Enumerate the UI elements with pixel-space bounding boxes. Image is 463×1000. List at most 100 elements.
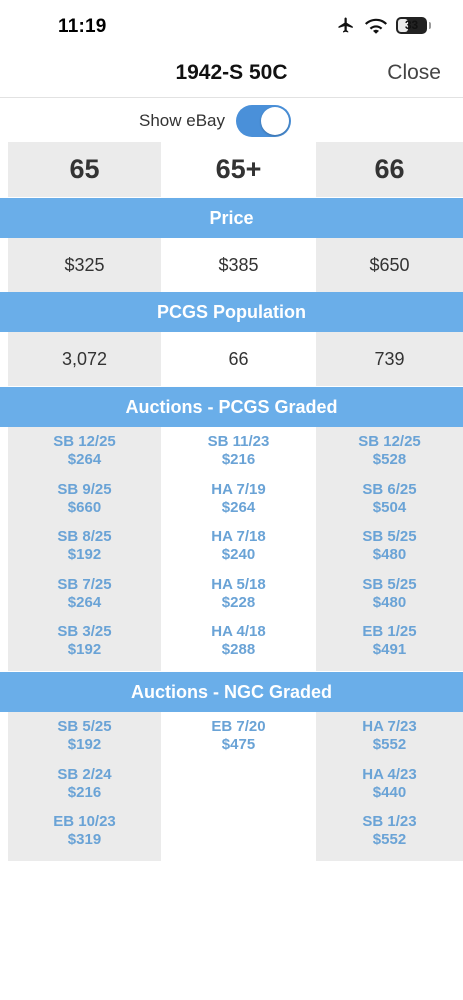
pcgs-auctions-section-header: Auctions - PCGS Graded [0, 387, 463, 427]
population-section-header: PCGS Population [0, 292, 463, 332]
ngc-auctions-section-header: Auctions - NGC Graded [0, 672, 463, 712]
auction-source: HA 4/18 [211, 623, 266, 640]
auction-entry[interactable]: SB 12/25 $528 [358, 433, 421, 481]
auction-price: $264 [67, 451, 102, 468]
auction-price: $216 [67, 783, 102, 801]
auction-entry[interactable]: SB 11/23 $216 [208, 433, 270, 481]
auction-entry[interactable]: SB 5/25 $480 [362, 528, 416, 576]
auction-source: SB 5/25 [362, 575, 417, 593]
auction-entry[interactable]: SB 5/25 $480 [362, 576, 416, 624]
auction-source: SB 7/25 [57, 575, 112, 593]
ngc-auction-column: EB 7/20 $475 [161, 712, 316, 861]
auction-entry[interactable]: SB 6/25 $504 [362, 481, 416, 529]
auction-price: $192 [67, 641, 102, 658]
auction-source: HA 7/18 [211, 528, 266, 545]
auction-source: HA 5/18 [211, 575, 266, 593]
auction-source: HA 7/19 [211, 480, 266, 498]
auction-price: $240 [221, 546, 256, 563]
auction-price: $528 [372, 451, 407, 468]
auction-source: SB 12/25 [358, 433, 421, 450]
auction-source: SB 12/25 [53, 433, 116, 450]
wifi-icon [365, 18, 387, 34]
pcgs-auction-column: SB 12/25 $264 SB 9/25 $660 SB 8/25 $192 SB … [8, 427, 161, 671]
grade-header: 65+ [161, 142, 316, 197]
price-row: $325 $385 $650 [0, 238, 463, 292]
auction-entry[interactable]: HA 4/23 $440 [362, 766, 416, 814]
auction-price: $491 [372, 641, 407, 658]
airplane-icon [338, 17, 353, 33]
auction-price: $192 [67, 736, 102, 753]
population-value: 66 [161, 332, 316, 386]
auction-source: SB 11/23 [207, 433, 270, 450]
auction-source: SB 8/25 [57, 528, 112, 545]
status-time: 11:19 [58, 16, 107, 37]
auction-entry[interactable]: HA 5/18 $228 [211, 576, 265, 624]
auction-price: $660 [67, 498, 102, 516]
auction-source: SB 1/23 [362, 813, 417, 830]
auction-entry[interactable]: EB 7/20 $475 [211, 718, 265, 766]
auction-entry[interactable]: HA 4/18 $288 [211, 623, 265, 671]
price-value: $325 [8, 238, 161, 292]
auction-entry[interactable]: SB 2/24 $216 [57, 766, 111, 814]
auction-entry[interactable]: SB 1/23 $552 [362, 813, 416, 861]
close-button[interactable]: Close [387, 61, 441, 85]
toggle-knob [261, 107, 289, 135]
auction-price: $480 [372, 593, 407, 611]
show-ebay-toggle[interactable] [236, 105, 291, 137]
auction-price: $480 [372, 546, 407, 563]
ngc-auction-column: HA 7/23 $552 HA 4/23 $440 SB 1/23 $552 [316, 712, 463, 861]
battery-icon: 33 [396, 16, 431, 34]
pcgs-auction-column: SB 12/25 $528 SB 6/25 $504 SB 5/25 $480 SB … [316, 427, 463, 671]
auction-source: HA 4/23 [362, 765, 417, 783]
auction-entry[interactable]: HA 7/23 $552 [362, 718, 416, 766]
ngc-auction-column: SB 5/25 $192 SB 2/24 $216 EB 10/23 $319 [8, 712, 161, 861]
auction-entry[interactable]: HA 7/18 $240 [211, 528, 265, 576]
pcgs-auctions-row: SB 12/25 $264 SB 9/25 $660 SB 8/25 $192 SB … [0, 427, 463, 671]
auction-source: SB 5/25 [362, 528, 417, 545]
auction-source: HA 7/23 [362, 718, 417, 735]
ngc-auctions-row: SB 5/25 $192 SB 2/24 $216 EB 10/23 $319 EB … [0, 712, 463, 861]
auction-price: $216 [221, 451, 256, 468]
auction-price: $440 [372, 783, 407, 801]
auction-price: $288 [221, 641, 256, 658]
population-row: 3,072 66 739 [0, 332, 463, 386]
auction-price: $552 [372, 831, 407, 848]
show-ebay-row: Show eBay [0, 100, 463, 142]
auction-entry[interactable]: SB 3/25 $192 [57, 623, 111, 671]
auction-source: SB 3/25 [57, 623, 112, 640]
auction-price: $319 [67, 831, 102, 848]
auction-price: $228 [221, 593, 256, 611]
pcgs-auction-column: SB 11/23 $216 HA 7/19 $264 HA 7/18 $240 HA … [161, 427, 316, 671]
auction-entry[interactable]: EB 1/25 $491 [362, 623, 416, 671]
auction-entry[interactable]: SB 8/25 $192 [57, 528, 111, 576]
price-value: $385 [161, 238, 316, 292]
auction-source: SB 9/25 [57, 480, 112, 498]
auction-source: SB 6/25 [362, 480, 417, 498]
price-value: $650 [316, 238, 463, 292]
battery-level: 33 [404, 18, 419, 32]
auction-entry[interactable]: EB 10/23 $319 [53, 813, 116, 861]
auction-entry[interactable]: SB 7/25 $264 [57, 576, 111, 624]
auction-entry[interactable]: HA 7/19 $264 [211, 481, 265, 529]
auction-entry[interactable]: SB 9/25 $660 [57, 481, 111, 529]
grade-header: 65 [8, 142, 161, 197]
auction-entry[interactable]: SB 12/25 $264 [53, 433, 116, 481]
show-ebay-label: Show eBay [139, 111, 225, 130]
auction-price: $192 [67, 546, 102, 563]
auction-price: $264 [221, 498, 256, 516]
auction-source: EB 10/23 [53, 813, 116, 830]
auction-source: EB 1/25 [362, 623, 417, 640]
auction-price: $552 [372, 736, 407, 753]
auction-source: EB 7/20 [211, 718, 266, 735]
grade-header: 66 [316, 142, 463, 197]
status-icons: 33 [336, 16, 431, 34]
population-value: 3,072 [8, 332, 161, 386]
population-value: 739 [316, 332, 463, 386]
auction-price: $264 [67, 593, 102, 611]
auction-source: SB 5/25 [57, 718, 112, 735]
auction-entry[interactable]: SB 5/25 $192 [57, 718, 111, 766]
status-bar: 11:19 33 [0, 0, 463, 52]
auction-price: $504 [372, 498, 407, 516]
grade-row: 65 65+ 66 [0, 142, 463, 197]
price-section-header: Price [0, 198, 463, 238]
